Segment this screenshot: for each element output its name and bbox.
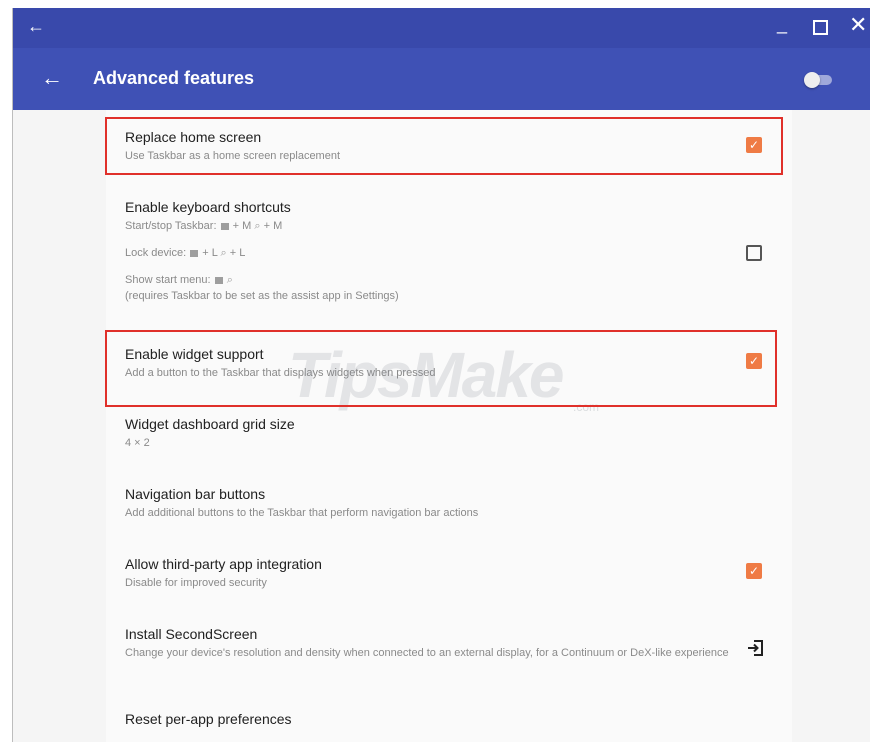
- shortcut-lock-device: Lock device: + L ⌕ + L: [125, 246, 735, 261]
- open-external-icon[interactable]: [746, 638, 766, 658]
- setting-reset-per-app[interactable]: Reset per-app preferences: [125, 710, 735, 728]
- shortcut-label: Start/stop Taskbar:: [125, 220, 217, 232]
- shortcut-label: Lock device:: [125, 247, 187, 259]
- shortcut-keys: + M: [232, 220, 252, 232]
- app-bar: ← Advanced features: [13, 48, 870, 110]
- windows-key-icon: [214, 276, 223, 284]
- setting-title: Widget dashboard grid size: [125, 416, 295, 432]
- setting-widget-grid-size[interactable]: Widget dashboard grid size 4 × 2: [125, 415, 735, 451]
- setting-title: Allow third-party app integration: [125, 556, 322, 572]
- setting-title: Navigation bar buttons: [125, 486, 266, 502]
- shortcut-keys: + L: [202, 247, 218, 259]
- shortcut-note: (requires Taskbar to be set as the assis…: [125, 290, 399, 302]
- windows-key-icon: [220, 222, 229, 230]
- shortcut-start-stop: Start/stop Taskbar: + M ⌕ + M: [125, 219, 735, 234]
- search-key-icon: ⌕: [220, 247, 227, 259]
- setting-title: Install SecondScreen: [125, 626, 258, 642]
- window-back-icon[interactable]: ←: [27, 16, 45, 36]
- toggle-knob: [804, 72, 820, 88]
- setting-subtitle: Change your device's resolution and dens…: [125, 647, 729, 659]
- back-arrow-icon[interactable]: ←: [41, 66, 63, 90]
- minimize-icon[interactable]: _: [777, 14, 787, 35]
- setting-subtitle: 4 × 2: [125, 437, 150, 449]
- keyboard-shortcuts-checkbox[interactable]: [746, 245, 762, 261]
- setting-title: Reset per-app preferences: [125, 711, 292, 727]
- setting-subtitle: Add additional buttons to the Taskbar th…: [125, 507, 479, 519]
- setting-title: Enable keyboard shortcuts: [125, 199, 291, 215]
- master-toggle[interactable]: [804, 72, 832, 88]
- search-key-icon: ⌕: [226, 274, 233, 286]
- shortcut-keys-alt: + L: [229, 247, 246, 259]
- setting-keyboard-shortcuts[interactable]: Enable keyboard shortcuts Start/stop Tas…: [125, 198, 735, 304]
- shortcut-label: Show start menu:: [125, 274, 211, 286]
- close-icon[interactable]: ✕: [849, 12, 867, 38]
- shortcut-start-menu: Show start menu: ⌕: [125, 273, 735, 288]
- maximize-icon[interactable]: [813, 20, 828, 35]
- shortcut-keys-alt: + M: [263, 220, 283, 232]
- page-title: Advanced features: [93, 68, 255, 88]
- setting-third-party-integration[interactable]: Allow third-party app integration Disabl…: [125, 555, 735, 591]
- setting-navigation-bar-buttons[interactable]: Navigation bar buttons Add additional bu…: [125, 485, 735, 521]
- setting-subtitle: Disable for improved security: [125, 577, 267, 589]
- windows-key-icon: [190, 249, 199, 257]
- third-party-checkbox[interactable]: ✓: [746, 563, 762, 579]
- setting-install-secondscreen[interactable]: Install SecondScreen Change your device'…: [125, 625, 735, 661]
- window-titlebar: ← _ ✕: [13, 8, 870, 48]
- highlight-replace-home: [105, 117, 783, 175]
- highlight-widget-support: [105, 330, 777, 407]
- search-key-icon: ⌕: [254, 220, 261, 232]
